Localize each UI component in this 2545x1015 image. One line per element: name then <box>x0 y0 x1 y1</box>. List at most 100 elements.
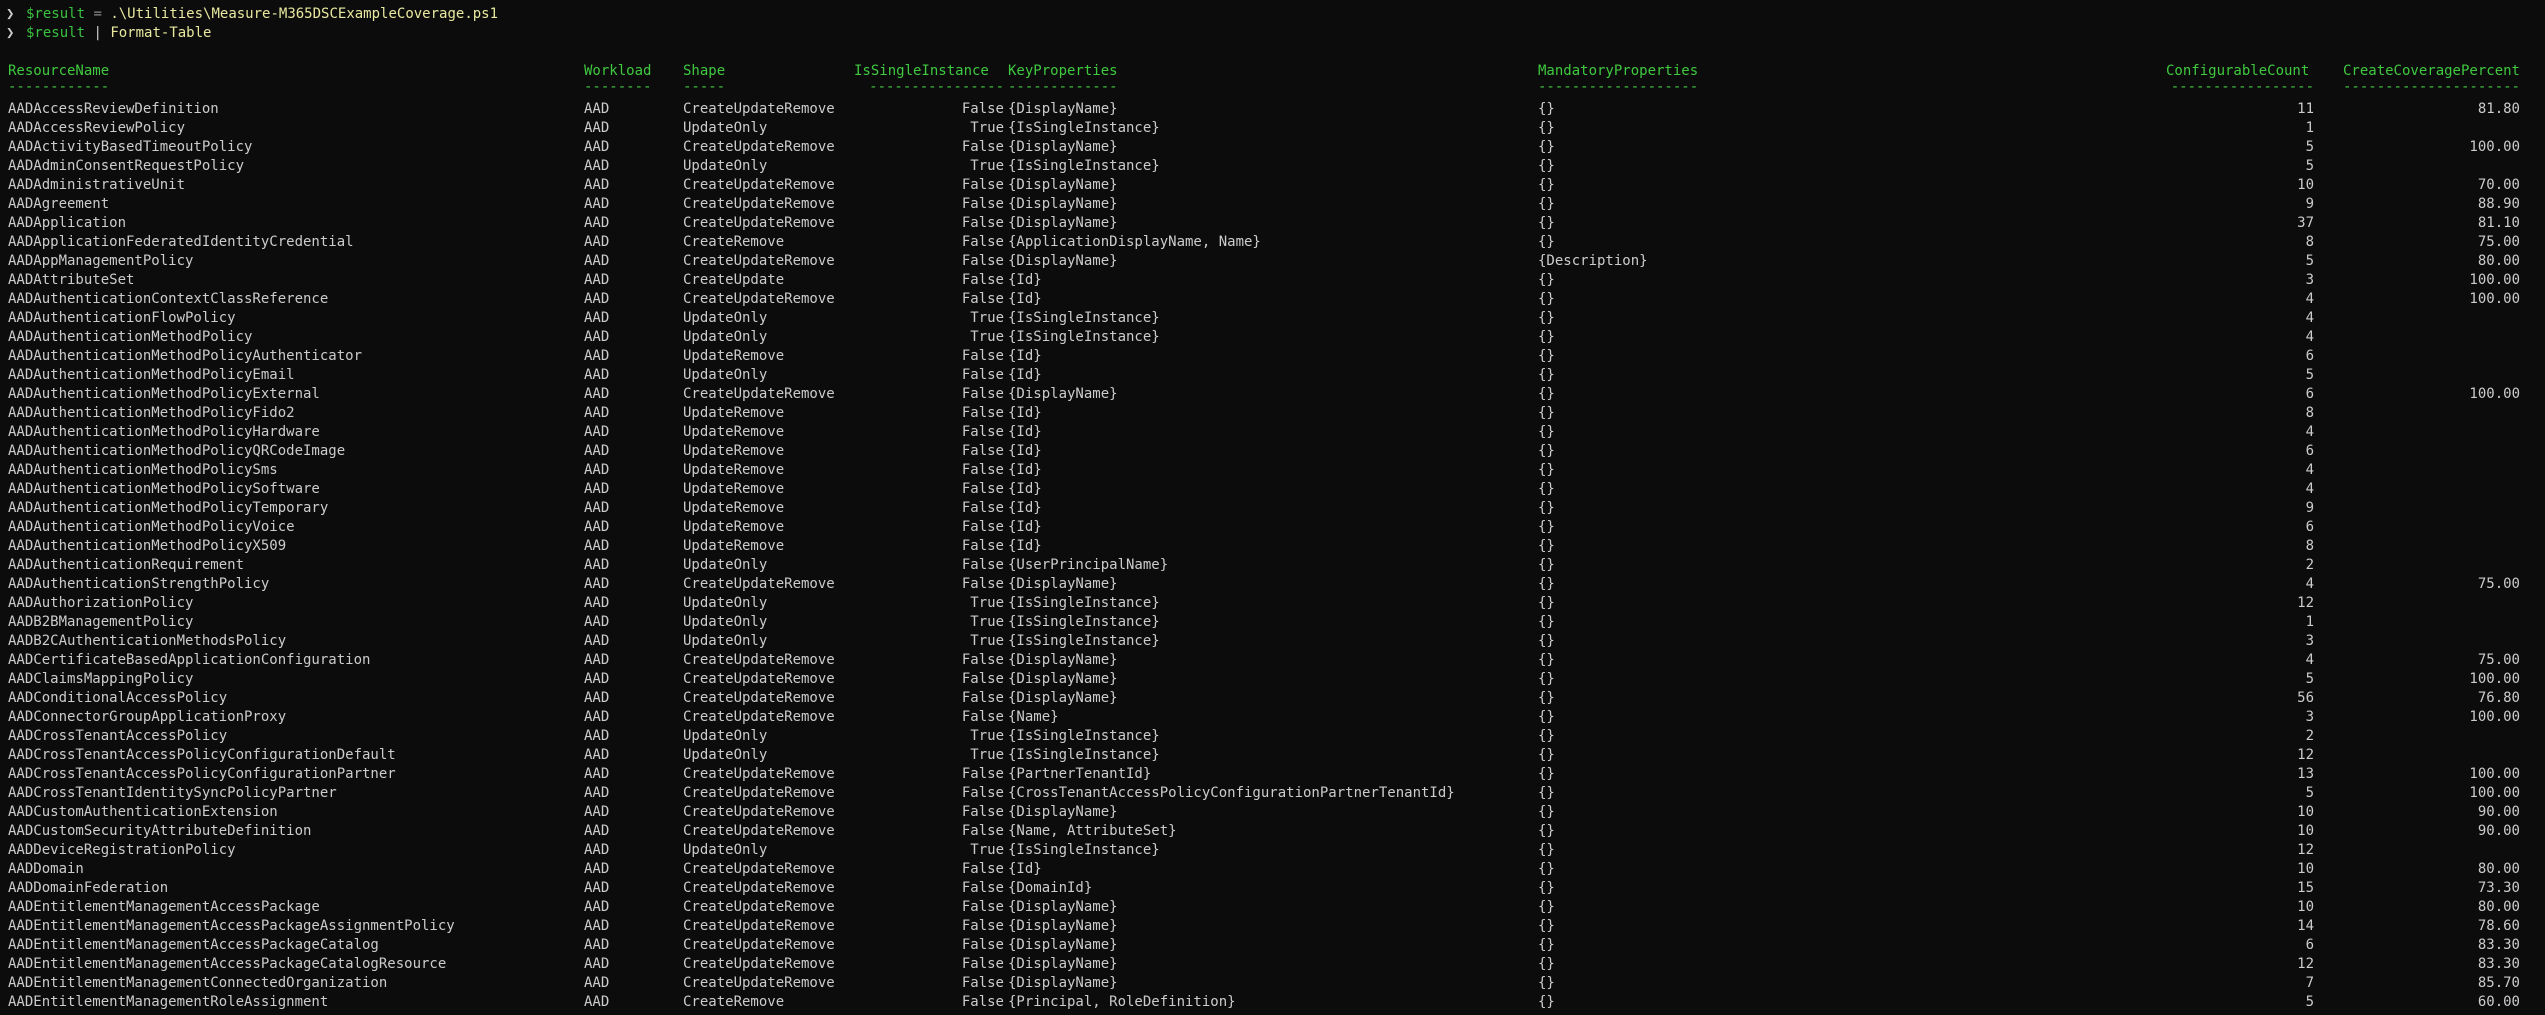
cell-configurablecount: 8 <box>2305 405 2314 421</box>
cell-keyproperties: {DisplayName} <box>1008 253 1118 269</box>
cell-resourcename: AADCrossTenantAccessPolicyConfigurationD… <box>8 747 396 763</box>
cell-issingleinstance: False <box>961 139 1004 155</box>
cell-keyproperties: {Name, AttributeSet} <box>1008 823 1177 839</box>
cell-workload: AAD <box>584 367 610 383</box>
cell-workload: AAD <box>584 937 610 953</box>
cell-createcoveragepercent: 78.60 <box>2477 918 2520 934</box>
cell-resourcename: AADCustomSecurityAttributeDefinition <box>8 823 312 839</box>
cell-resourcename: AADEntitlementManagementAccessPackage <box>8 899 320 915</box>
cell-resourcename: AADEntitlementManagementAccessPackageAss… <box>8 918 455 934</box>
cell-keyproperties: {Id} <box>1008 424 1042 440</box>
cell-configurablecount: 4 <box>2305 652 2314 668</box>
cell-resourcename: AADAuthenticationMethodPolicyEmail <box>8 367 295 383</box>
cell-configurablecount: 37 <box>2297 215 2314 231</box>
cell-workload: AAD <box>584 462 610 478</box>
cell-shape: CreateUpdateRemove <box>683 937 835 953</box>
cell-issingleinstance: False <box>961 557 1004 573</box>
cell-configurablecount: 10 <box>2297 899 2314 915</box>
cell-shape: UpdateOnly <box>683 120 768 136</box>
cell-mandatoryproperties: {} <box>1538 557 1555 573</box>
cell-configurablecount: 11 <box>2297 101 2314 117</box>
cell-mandatoryproperties: {Description} <box>1538 253 1648 269</box>
cell-workload: AAD <box>584 519 610 535</box>
cell-resourcename: AADActivityBasedTimeoutPolicy <box>8 139 253 155</box>
cell-mandatoryproperties: {} <box>1538 158 1555 174</box>
cell-keyproperties: {DisplayName} <box>1008 652 1118 668</box>
cell-mandatoryproperties: {} <box>1538 405 1555 421</box>
cell-resourcename: AADAuthenticationContextClassReference <box>8 291 329 307</box>
cell-createcoveragepercent: 100.00 <box>2469 386 2520 402</box>
cell-createcoveragepercent: 85.70 <box>2477 975 2520 991</box>
cell-issingleinstance: False <box>961 861 1004 877</box>
cell-workload: AAD <box>584 386 610 402</box>
cell-resourcename: AADCrossTenantAccessPolicy <box>8 728 228 744</box>
cell-issingleinstance: True <box>970 747 1004 763</box>
cell-shape: UpdateRemove <box>683 538 785 554</box>
cell-issingleinstance: False <box>961 956 1004 972</box>
cell-resourcename: AADDeviceRegistrationPolicy <box>8 842 236 858</box>
cell-issingleinstance: False <box>961 481 1004 497</box>
cell-keyproperties: {DisplayName} <box>1008 690 1118 706</box>
cell-workload: AAD <box>584 424 610 440</box>
cell-configurablecount: 1 <box>2305 120 2314 136</box>
cell-resourcename: AADAuthenticationMethodPolicyExternal <box>8 386 320 402</box>
cell-resourcename: AADDomain <box>8 861 84 877</box>
cell-createcoveragepercent: 100.00 <box>2469 709 2520 725</box>
cell-workload: AAD <box>584 842 610 858</box>
cell-configurablecount: 6 <box>2305 348 2314 364</box>
cell-configurablecount: 5 <box>2305 158 2314 174</box>
cell-keyproperties: {Id} <box>1008 348 1042 364</box>
format-table-command: Format-Table <box>110 25 212 41</box>
cell-workload: AAD <box>584 994 610 1010</box>
cell-mandatoryproperties: {} <box>1538 823 1555 839</box>
cell-configurablecount: 8 <box>2305 234 2314 250</box>
cell-configurablecount: 56 <box>2297 690 2314 706</box>
cell-shape: CreateUpdateRemove <box>683 139 835 155</box>
cell-createcoveragepercent: 70.00 <box>2477 177 2520 193</box>
cell-workload: AAD <box>584 215 610 231</box>
cell-workload: AAD <box>584 671 610 687</box>
terminal-window[interactable]: ❯ $result = .\Utilities\Measure-M365DSCE… <box>0 0 2545 1015</box>
cell-resourcename: AADAuthenticationMethodPolicyVoice <box>8 519 295 535</box>
cell-createcoveragepercent: 88.90 <box>2477 196 2520 212</box>
table-header-separator: ------------ -------- ----- ------------… <box>8 79 2520 95</box>
cell-configurablecount: 4 <box>2305 329 2314 345</box>
cell-resourcename: AADAuthenticationStrengthPolicy <box>8 576 270 592</box>
cell-mandatoryproperties: {} <box>1538 101 1555 117</box>
cell-keyproperties: {DisplayName} <box>1008 937 1118 953</box>
cell-mandatoryproperties: {} <box>1538 614 1555 630</box>
cell-configurablecount: 10 <box>2297 177 2314 193</box>
cell-issingleinstance: True <box>970 595 1004 611</box>
cell-keyproperties: {Id} <box>1008 462 1042 478</box>
cell-configurablecount: 4 <box>2305 424 2314 440</box>
cell-resourcename: AADCertificateBasedApplicationConfigurat… <box>8 652 371 668</box>
cell-resourcename: AADAuthenticationFlowPolicy <box>8 310 236 326</box>
cell-workload: AAD <box>584 329 610 345</box>
cell-mandatoryproperties: {} <box>1538 538 1555 554</box>
cell-workload: AAD <box>584 633 610 649</box>
cell-shape: CreateUpdateRemove <box>683 671 835 687</box>
cell-shape: CreateRemove <box>683 994 785 1010</box>
cell-keyproperties: {DisplayName} <box>1008 576 1118 592</box>
cell-workload: AAD <box>584 975 610 991</box>
cell-workload: AAD <box>584 291 610 307</box>
cell-configurablecount: 9 <box>2305 196 2314 212</box>
cell-keyproperties: {Id} <box>1008 519 1042 535</box>
cell-createcoveragepercent: 80.00 <box>2477 899 2520 915</box>
cell-keyproperties: {UserPrincipalName} <box>1008 557 1169 573</box>
cell-keyproperties: {DisplayName} <box>1008 956 1118 972</box>
result-variable: $result <box>26 6 86 22</box>
result-variable: $result <box>26 25 86 41</box>
cell-createcoveragepercent: 83.30 <box>2477 956 2520 972</box>
cell-createcoveragepercent: 100.00 <box>2469 139 2520 155</box>
cell-shape: CreateUpdateRemove <box>683 177 835 193</box>
cell-keyproperties: {DomainId} <box>1008 880 1093 896</box>
cell-shape: CreateUpdateRemove <box>683 652 835 668</box>
cell-configurablecount: 6 <box>2305 937 2314 953</box>
cell-workload: AAD <box>584 747 610 763</box>
prompt-chevron-icon: ❯ <box>6 6 15 22</box>
assignment-operator: = <box>85 6 111 22</box>
cell-configurablecount: 3 <box>2305 709 2314 725</box>
cell-issingleinstance: False <box>961 177 1004 193</box>
cell-issingleinstance: False <box>961 709 1004 725</box>
